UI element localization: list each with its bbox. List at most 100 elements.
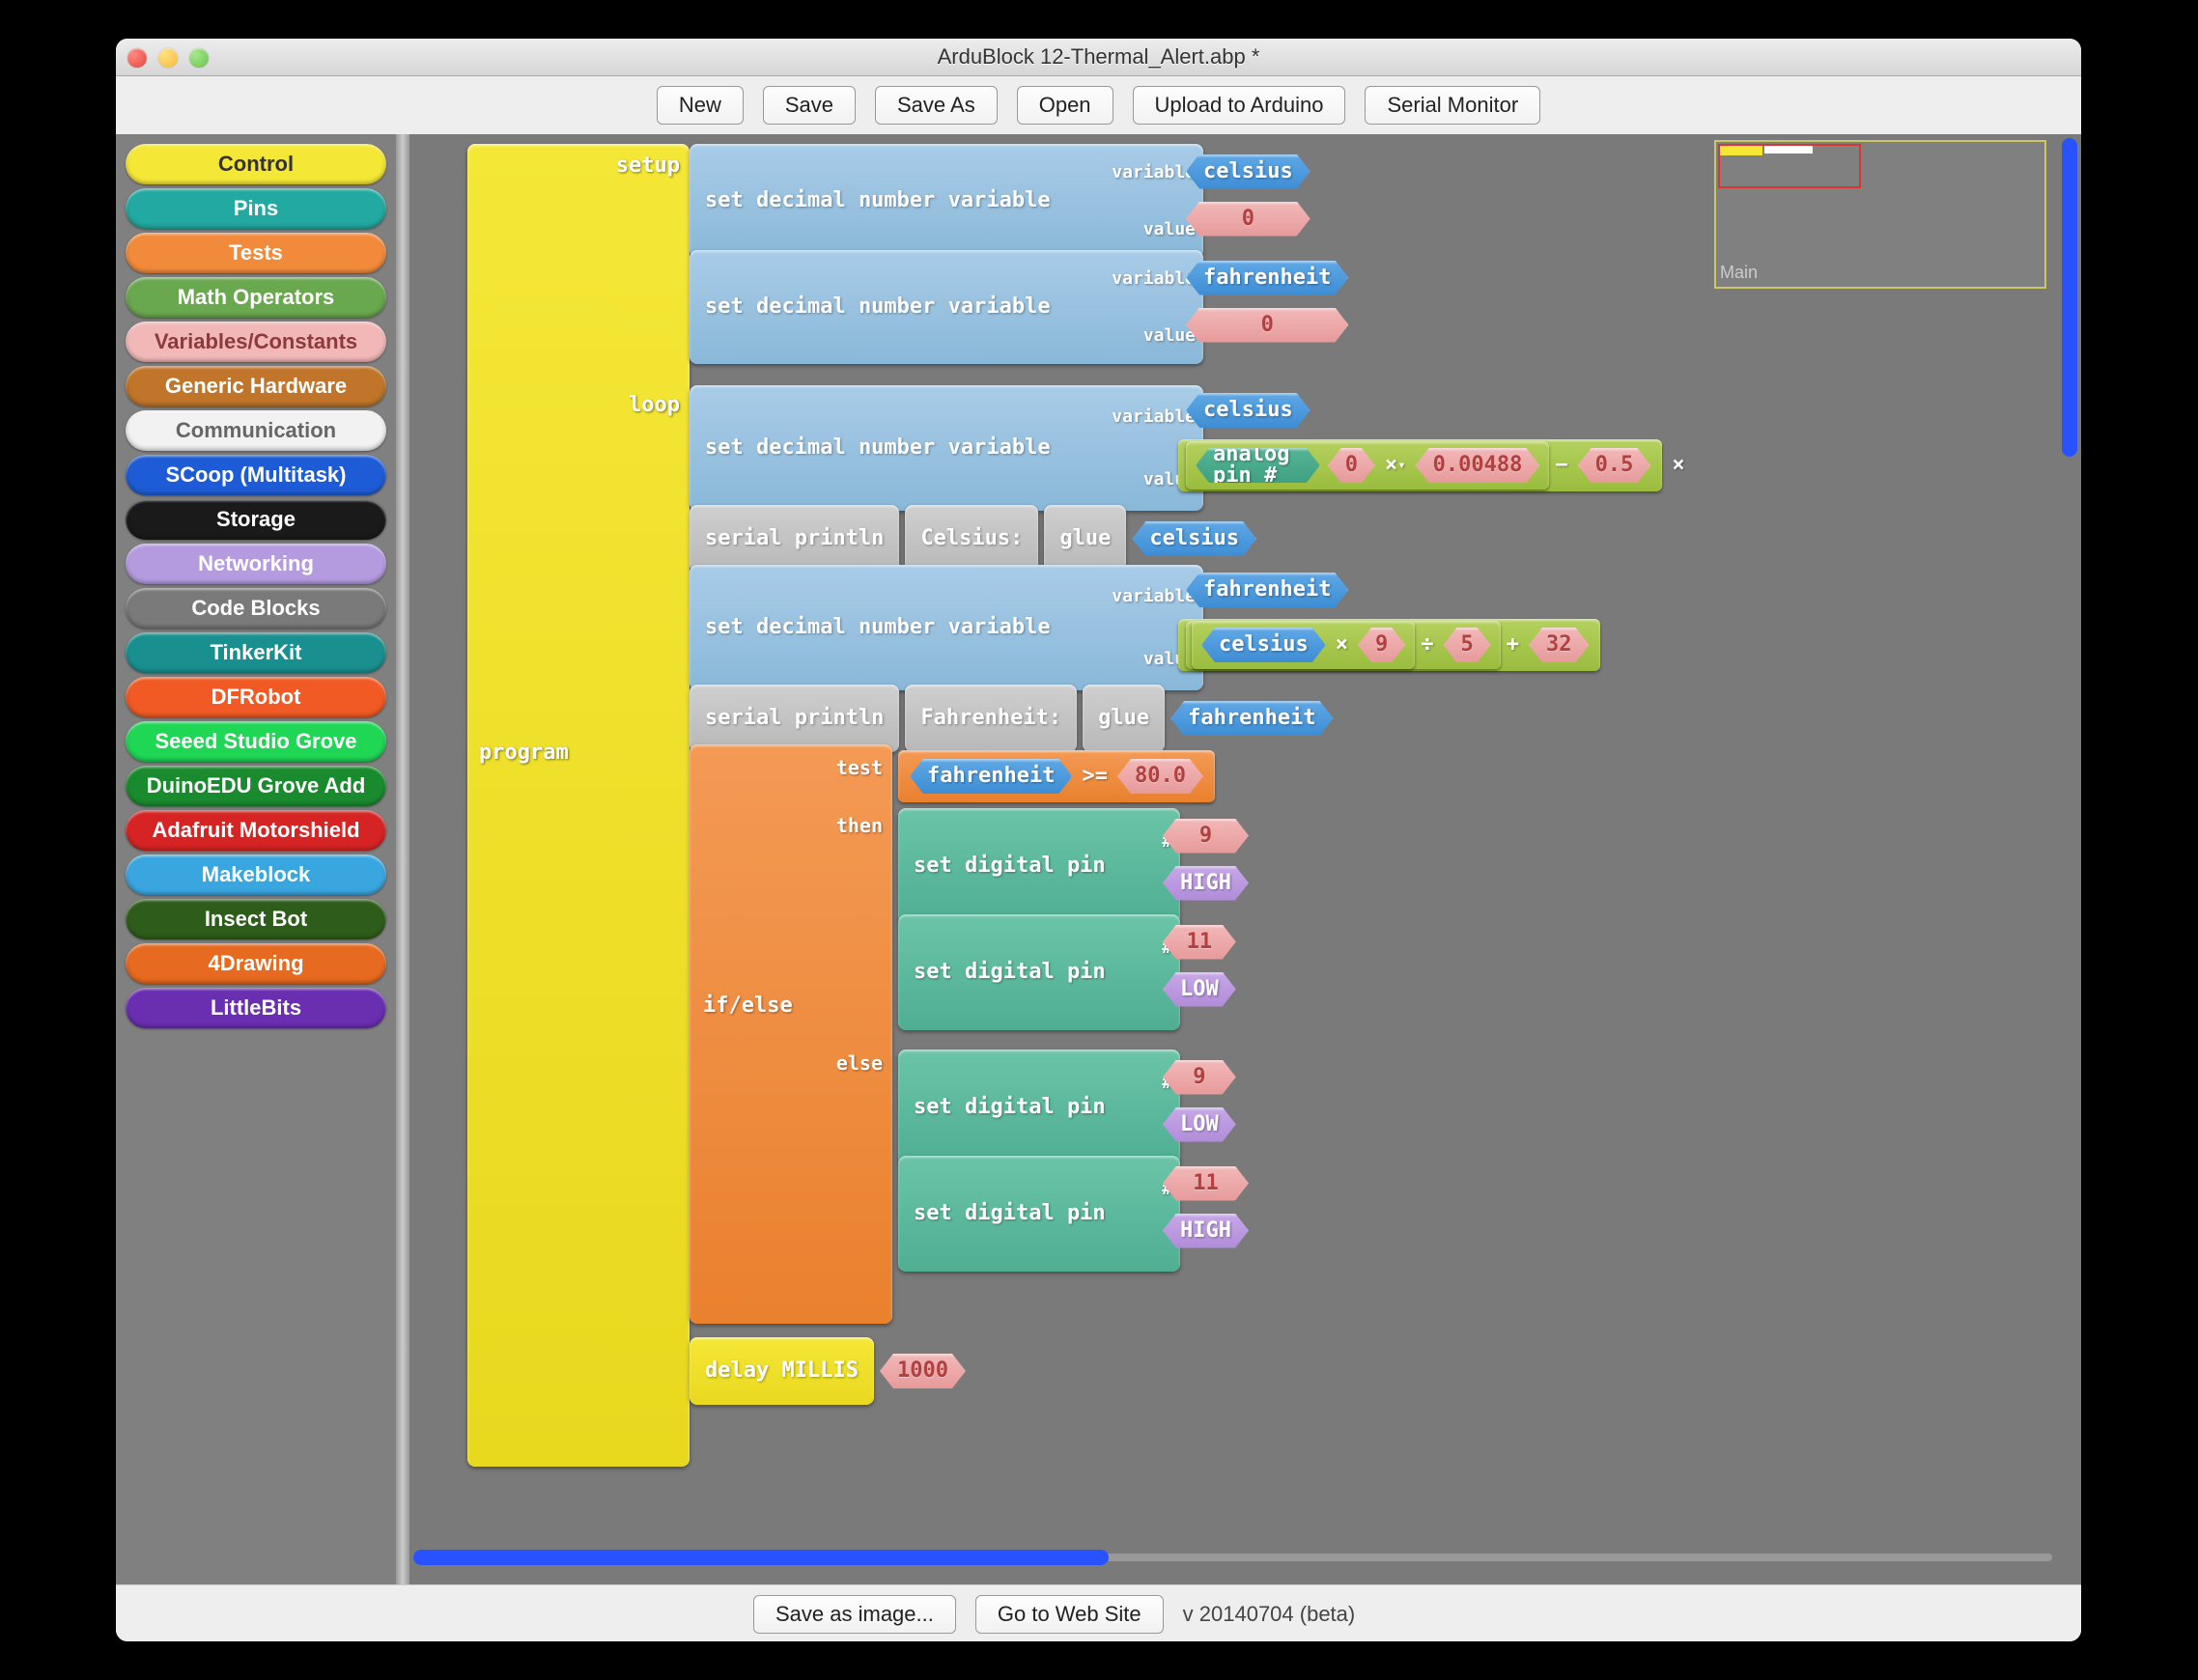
offset-value[interactable]: 0.5 (1578, 448, 1651, 483)
palette-category[interactable]: Insect Bot (126, 899, 386, 939)
palette-category[interactable]: LittleBits (126, 988, 386, 1028)
palette-category[interactable]: Math Operators (126, 277, 386, 318)
variable-fahrenheit[interactable]: fahrenheit (1170, 701, 1333, 736)
horizontal-scrollbar[interactable] (413, 1548, 2052, 1567)
delay-block[interactable]: delay MILLIS (690, 1337, 874, 1405)
minimap[interactable]: Main (1714, 140, 2046, 289)
palette-category[interactable]: Code Blocks (126, 588, 386, 629)
toolbar: New Save Save As Open Upload to Arduino … (116, 76, 2081, 134)
minimap-label: Main (1720, 263, 1758, 283)
set-dec-var-block[interactable]: set decimal number variable variablevalu… (690, 144, 1203, 258)
times-op: × (1336, 634, 1348, 656)
set-dec-var-block[interactable]: set decimal number variable variablevalu… (690, 565, 1203, 690)
test-label: test (836, 758, 883, 777)
pin-9[interactable]: 9 (1163, 1060, 1236, 1095)
serial-monitor-button[interactable]: Serial Monitor (1365, 86, 1540, 125)
factor-value[interactable]: 0.00488 (1416, 448, 1540, 483)
minus-op: − (1555, 455, 1567, 476)
variable-celsius[interactable]: celsius (1186, 154, 1310, 189)
palette-category[interactable]: Tests (126, 233, 386, 273)
variable-fahrenheit[interactable]: fahrenheit (910, 759, 1072, 794)
add-expr[interactable]: celsius × 9 ÷ 5 + 32 (1178, 619, 1600, 671)
variable-fahrenheit[interactable]: fahrenheit (1186, 261, 1348, 295)
glue-block[interactable]: glue (1044, 505, 1126, 573)
palette-category[interactable]: Storage (126, 499, 386, 540)
value-low[interactable]: LOW (1163, 972, 1236, 1007)
value-high[interactable]: HIGH (1163, 1214, 1249, 1248)
variable-celsius[interactable]: celsius (1201, 628, 1326, 662)
div-expr[interactable]: celsius × 9 ÷ 5 (1186, 621, 1501, 669)
palette-category[interactable]: Networking (126, 544, 386, 584)
gte-expr[interactable]: fahrenheit >= 80.0 (898, 750, 1215, 802)
palette-category[interactable]: Seeed Studio Grove (126, 721, 386, 762)
threshold-value[interactable]: 80.0 (1117, 759, 1203, 794)
goto-website-button[interactable]: Go to Web Site (975, 1595, 1164, 1634)
add-value[interactable]: 32 (1529, 628, 1590, 662)
ifelse-block[interactable]: if/else test then else (690, 744, 892, 1324)
div-op: ÷ (1421, 634, 1433, 656)
set-dec-var-block[interactable]: set decimal number variable variablevalu… (690, 385, 1203, 511)
palette-category[interactable]: 4Drawing (126, 943, 386, 984)
pin-11[interactable]: 11 (1163, 925, 1236, 960)
save-button[interactable]: Save (763, 86, 856, 125)
program-label: program (479, 742, 569, 764)
saveas-button[interactable]: Save As (875, 86, 998, 125)
canvas[interactable]: program setup loop set decimal number va… (409, 134, 2081, 1584)
save-image-button[interactable]: Save as image... (753, 1595, 956, 1634)
serial-println-block[interactable]: serial println (690, 505, 899, 573)
new-button[interactable]: New (657, 86, 744, 125)
delay-value[interactable]: 1000 (880, 1354, 966, 1388)
analog-pin-block[interactable]: analog pin # (1196, 448, 1320, 483)
close-icon[interactable] (127, 48, 147, 68)
serial-println-block[interactable]: serial println (690, 685, 899, 752)
string-celsius[interactable]: Celsius: (905, 505, 1038, 573)
titlebar[interactable]: ArduBlock 12-Thermal_Alert.abp * (116, 39, 2081, 76)
glue-block[interactable]: glue (1083, 685, 1165, 752)
main-area: ControlPinsTestsMath OperatorsVariables/… (116, 134, 2081, 1584)
open-button[interactable]: Open (1017, 86, 1113, 125)
set-digital-pin-block[interactable]: set digital pin # (898, 914, 1180, 1030)
palette-category[interactable]: Control (126, 144, 386, 184)
palette-category[interactable]: SCoop (Multitask) (126, 455, 386, 495)
value-high[interactable]: HIGH (1163, 866, 1249, 901)
scrollbar-thumb[interactable] (2062, 138, 2077, 457)
minimap-viewport[interactable] (1718, 144, 1861, 188)
value-zero[interactable]: 0 (1186, 308, 1348, 343)
block-label: set decimal number variable (705, 296, 1051, 318)
pin-9[interactable]: 9 (1163, 819, 1249, 854)
ifelse-label: if/else (703, 995, 793, 1017)
value-low[interactable]: LOW (1163, 1107, 1236, 1142)
div-value[interactable]: 5 (1443, 628, 1490, 662)
variable-fahrenheit[interactable]: fahrenheit (1186, 573, 1348, 607)
pin-11[interactable]: 11 (1163, 1166, 1249, 1201)
set-digital-pin-block[interactable]: set digital pin # (898, 808, 1180, 924)
multiply-expr-inner[interactable]: analog pin # 0 ×▾ 0.00488 (1186, 441, 1549, 490)
set-digital-pin-block[interactable]: set digital pin # (898, 1156, 1180, 1272)
set-digital-pin-block[interactable]: set digital pin # (898, 1050, 1180, 1165)
zoom-icon[interactable] (189, 48, 209, 68)
variable-celsius[interactable]: celsius (1186, 393, 1310, 428)
value-zero[interactable]: 0 (1186, 202, 1310, 237)
string-fahrenheit[interactable]: Fahrenheit: (905, 685, 1077, 752)
palette-category[interactable]: Makeblock (126, 854, 386, 895)
palette-category[interactable]: DFRobot (126, 677, 386, 717)
vertical-scrollbar[interactable] (2060, 138, 2079, 1544)
splitter[interactable] (396, 134, 409, 1584)
mul-expr[interactable]: celsius × 9 (1192, 621, 1415, 669)
palette-category[interactable]: Generic Hardware (126, 366, 386, 406)
set-dec-var-block[interactable]: set decimal number variable variablevalu… (690, 250, 1203, 364)
palette-category[interactable]: TinkerKit (126, 632, 386, 673)
palette-category[interactable]: Variables/Constants (126, 322, 386, 362)
palette-category[interactable]: Pins (126, 188, 386, 229)
palette-category[interactable]: DuinoEDU Grove Add (126, 766, 386, 806)
multiply-expr[interactable]: analog pin # 0 ×▾ 0.00488 − 0.5 (1178, 439, 1662, 491)
analog-pin-num[interactable]: 0 (1328, 448, 1375, 483)
variable-celsius[interactable]: celsius (1132, 521, 1256, 556)
program-block[interactable]: program setup loop (467, 144, 690, 1467)
scrollbar-thumb[interactable] (413, 1550, 1109, 1565)
upload-button[interactable]: Upload to Arduino (1133, 86, 1346, 125)
palette-category[interactable]: Communication (126, 410, 386, 451)
palette-category[interactable]: Adafruit Motorshield (126, 810, 386, 851)
mult-value[interactable]: 9 (1358, 628, 1405, 662)
minimize-icon[interactable] (158, 48, 178, 68)
